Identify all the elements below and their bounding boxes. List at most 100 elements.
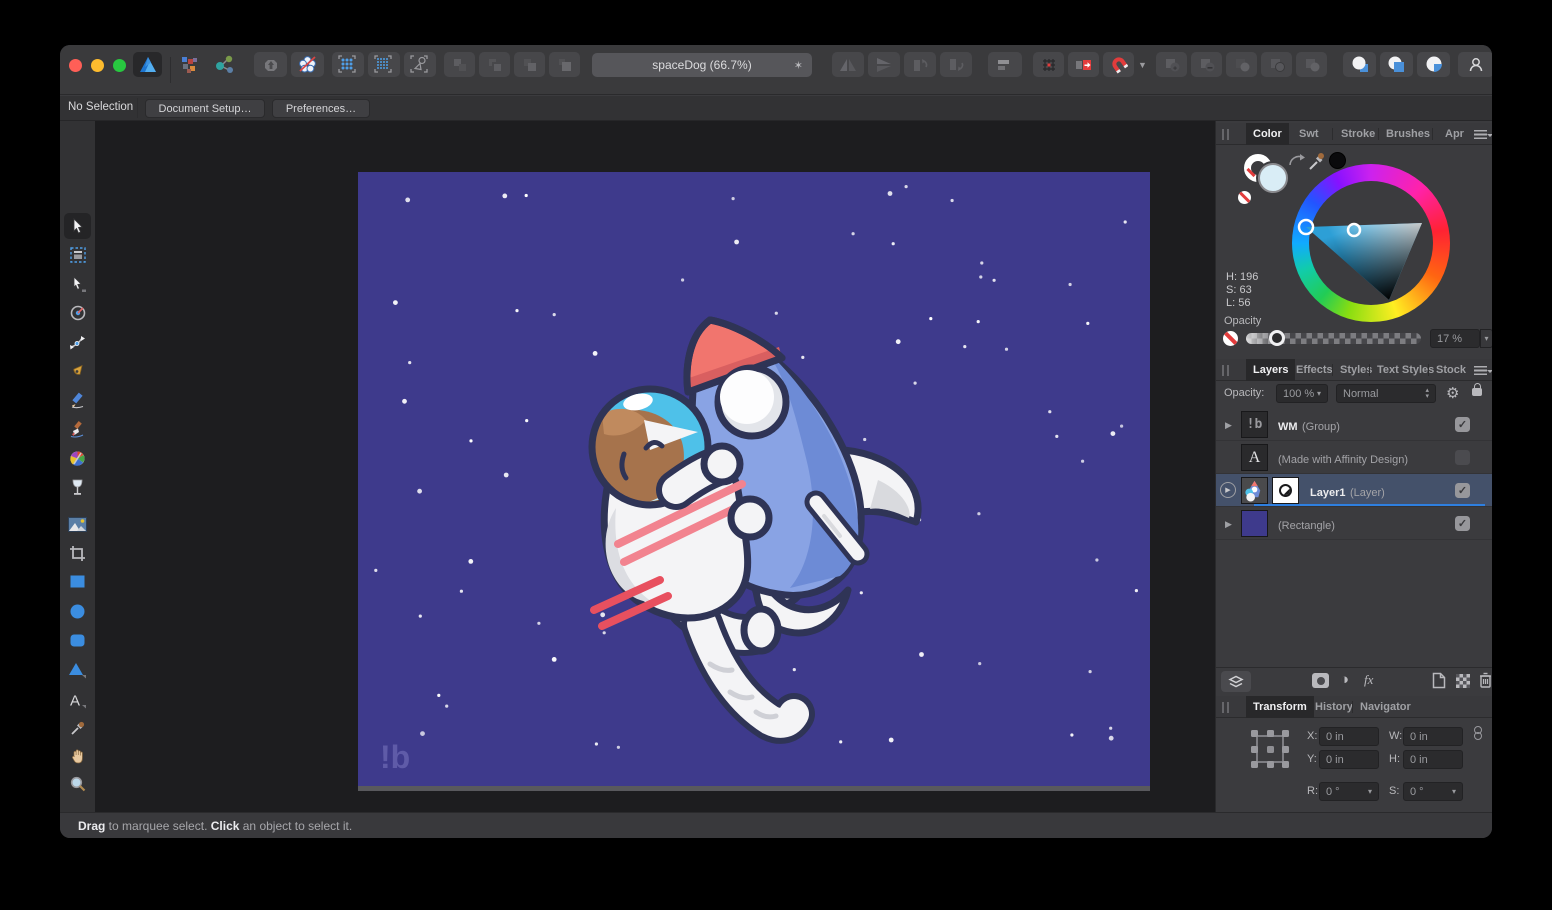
expand-arrow-icon[interactable]: ▶: [1225, 519, 1232, 530]
no-color-swatch[interactable]: [1238, 191, 1251, 204]
adjustment-layer-icon[interactable]: ◑: [1340, 671, 1349, 688]
transparency-tool[interactable]: [64, 474, 91, 500]
layers-panel-menu-icon[interactable]: [1474, 366, 1492, 375]
tab-stroke[interactable]: Stroke: [1334, 123, 1382, 145]
embed-document-button[interactable]: [254, 52, 287, 77]
panel-grip-icon[interactable]: [1222, 702, 1229, 713]
designer-persona-button[interactable]: [133, 52, 162, 77]
transform-anchor-widget[interactable]: [1249, 728, 1291, 770]
layer-visibility-checkbox[interactable]: [1455, 450, 1470, 465]
ellipse-tool[interactable]: [64, 598, 91, 624]
pencil-tool[interactable]: [64, 387, 91, 413]
grid-toggle-button[interactable]: [1033, 52, 1064, 77]
minimize-window-button[interactable]: [91, 59, 104, 72]
rectangle-tool[interactable]: [64, 568, 91, 594]
color-picker-tool[interactable]: [64, 715, 91, 741]
corner-tool[interactable]: [64, 329, 91, 355]
point-transform-tool[interactable]: [64, 300, 91, 326]
crop-tool[interactable]: [64, 540, 91, 566]
insert-behind-button[interactable]: [1343, 52, 1376, 77]
tab-swatches[interactable]: Swt: [1292, 123, 1326, 145]
layer-thumbnail[interactable]: [1241, 477, 1268, 504]
move-forward-one-button[interactable]: [514, 52, 545, 77]
tab-appearance[interactable]: Apr: [1438, 123, 1471, 145]
document-title[interactable]: spaceDog (66.7%) ✶: [592, 53, 812, 77]
snapping-options-caret[interactable]: ▼: [1138, 60, 1147, 70]
rotate-cw-button[interactable]: [940, 52, 972, 77]
layer-row-rectangle[interactable]: ▶ (Rectangle): [1216, 507, 1492, 540]
color-panel-menu-icon[interactable]: [1474, 130, 1492, 139]
panel-grip-icon[interactable]: [1222, 129, 1229, 140]
layer-visibility-checkbox[interactable]: [1455, 483, 1470, 498]
fill-tool[interactable]: [64, 445, 91, 471]
layers-stack-button[interactable]: [1221, 671, 1251, 692]
unclip-curves-button[interactable]: [291, 52, 324, 77]
y-input[interactable]: 0 in: [1319, 750, 1379, 769]
boolean-subtract-button[interactable]: [1191, 52, 1222, 77]
tab-stock[interactable]: Stock: [1429, 359, 1473, 381]
flip-horizontal-button[interactable]: [832, 52, 864, 77]
rounded-rectangle-tool[interactable]: [64, 627, 91, 653]
hsl-triangle[interactable]: [1292, 164, 1450, 322]
new-layer-icon[interactable]: [1432, 672, 1446, 689]
move-to-back-button[interactable]: [479, 52, 510, 77]
node-tool[interactable]: [64, 271, 91, 297]
rotate-ccw-button[interactable]: [904, 52, 936, 77]
layer-visibility-checkbox[interactable]: [1455, 417, 1470, 432]
fx-icon[interactable]: fx: [1364, 672, 1373, 688]
layer-thumbnail[interactable]: [1241, 510, 1268, 537]
rotation-dropdown[interactable]: 0 ° ▾: [1319, 782, 1379, 801]
boolean-add-button[interactable]: +: [1156, 52, 1187, 77]
opacity-dropdown-caret[interactable]: ▾: [1480, 329, 1492, 348]
place-image-tool[interactable]: [64, 511, 91, 537]
layer-thumbnail[interactable]: A: [1241, 444, 1268, 471]
trash-icon[interactable]: [1479, 672, 1492, 688]
pixel-persona-button[interactable]: [176, 52, 204, 77]
clip-expand-circle-icon[interactable]: ▶: [1220, 482, 1236, 498]
alignment-button[interactable]: [988, 52, 1022, 77]
h-input[interactable]: 0 in: [1403, 750, 1463, 769]
shear-dropdown[interactable]: 0 ° ▾: [1403, 782, 1463, 801]
layer-row-wm-group[interactable]: ▶ !b WM (Group): [1216, 408, 1492, 441]
blend-mode-dropdown[interactable]: Normal ▴ ▾: [1336, 384, 1436, 403]
move-to-front-button[interactable]: [549, 52, 580, 77]
pen-tool[interactable]: [64, 358, 91, 384]
artboard-tool[interactable]: [64, 242, 91, 268]
insert-inside-button[interactable]: [1417, 52, 1450, 77]
document-canvas[interactable]: !b: [358, 172, 1150, 786]
color-wheel[interactable]: [1292, 164, 1450, 322]
zoom-tool[interactable]: [64, 771, 91, 797]
checkerboard-icon[interactable]: [1456, 674, 1470, 688]
select-shapes-button[interactable]: [404, 52, 436, 77]
tab-color[interactable]: Color: [1246, 123, 1289, 145]
canvas-pasteboard[interactable]: !b: [95, 121, 1215, 812]
force-pixel-alignment-button[interactable]: [1068, 52, 1099, 77]
tab-brushes[interactable]: Brushes: [1379, 123, 1437, 145]
layer-thumbnail[interactable]: !b: [1241, 411, 1268, 438]
x-input[interactable]: 0 in: [1319, 727, 1379, 746]
export-persona-button[interactable]: [210, 52, 238, 77]
insert-on-top-button[interactable]: [1380, 52, 1413, 77]
layer-mask-thumbnail[interactable]: [1272, 477, 1299, 504]
close-window-button[interactable]: [69, 59, 82, 72]
boolean-intersect-button[interactable]: [1226, 52, 1257, 77]
triangle-tool[interactable]: [64, 657, 91, 683]
document-setup-button[interactable]: Document Setup…: [145, 99, 265, 118]
move-back-one-button[interactable]: [444, 52, 475, 77]
panel-grip-icon[interactable]: [1222, 365, 1229, 376]
text-tool[interactable]: A: [64, 687, 91, 713]
blend-options-gear-icon[interactable]: ⚙: [1446, 384, 1459, 402]
flip-vertical-button[interactable]: [868, 52, 900, 77]
expand-arrow-icon[interactable]: ▶: [1225, 420, 1232, 431]
mask-layer-icon[interactable]: [1312, 673, 1329, 688]
layer-visibility-checkbox[interactable]: [1455, 516, 1470, 531]
preferences-button[interactable]: Preferences…: [272, 99, 370, 118]
layer-row-layer1-selected[interactable]: ▶ Layer1 (Layer): [1216, 474, 1492, 507]
layer-row-made-with[interactable]: A (Made with Affinity Design): [1216, 441, 1492, 474]
lock-icon[interactable]: [1472, 383, 1482, 396]
opacity-value-field[interactable]: 17 %: [1430, 329, 1480, 348]
w-input[interactable]: 0 in: [1403, 727, 1463, 746]
layers-opacity-dropdown[interactable]: 100 % ▾: [1276, 384, 1328, 403]
view-tool[interactable]: [64, 743, 91, 769]
tab-transform[interactable]: Transform: [1246, 696, 1314, 718]
